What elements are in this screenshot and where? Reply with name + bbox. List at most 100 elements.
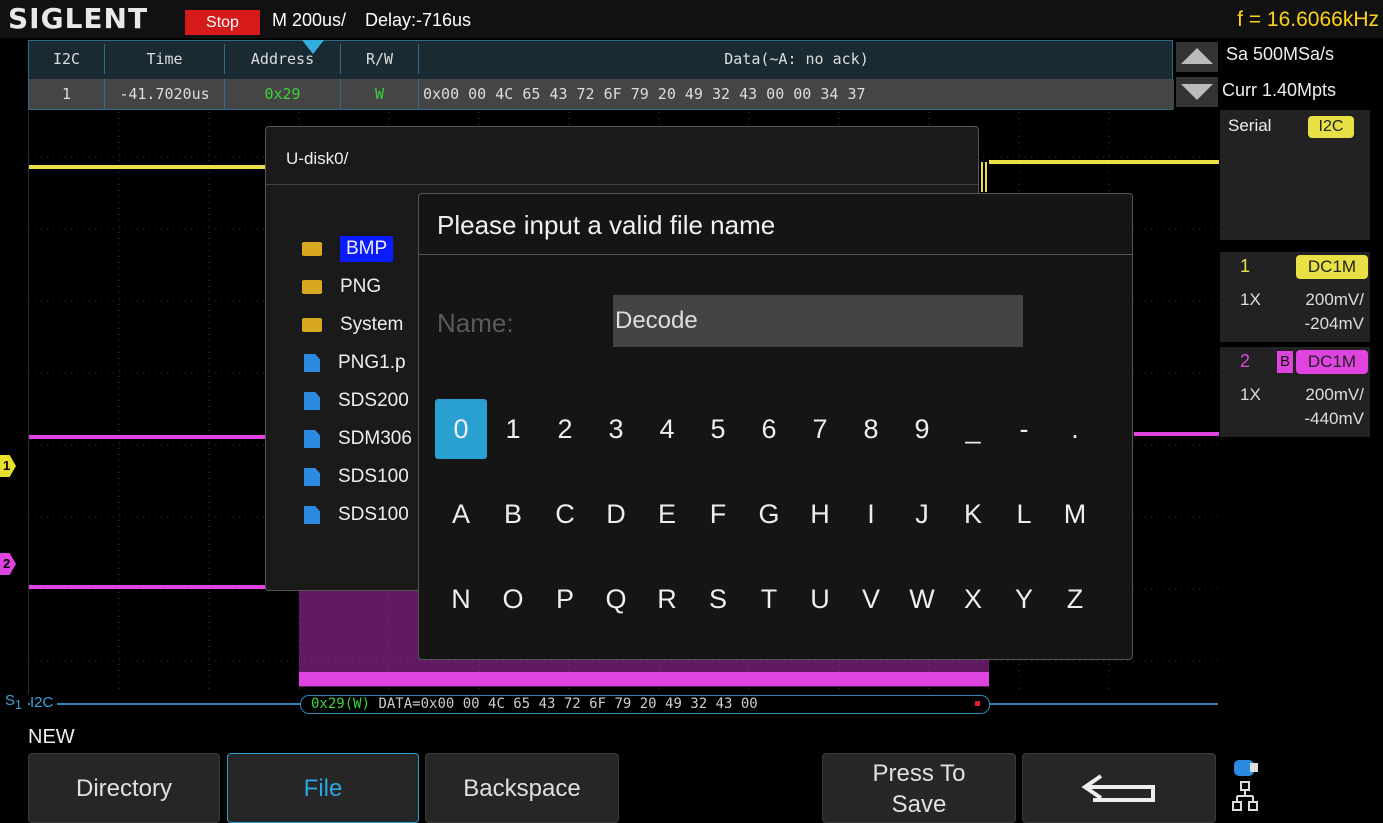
key-period[interactable]: .	[1049, 399, 1101, 459]
key-3[interactable]: 3	[590, 399, 642, 459]
softkey-label-line2: Save	[891, 791, 947, 818]
key-u[interactable]: U	[794, 569, 846, 629]
file-list-item[interactable]: SDS100	[302, 463, 409, 491]
run-state-badge[interactable]: Stop	[185, 10, 260, 35]
directory-softkey[interactable]: Directory	[28, 753, 220, 823]
ch1-number: 1	[1240, 256, 1251, 276]
folder-icon	[302, 280, 322, 294]
ch1-coupling-badge: DC1M	[1296, 255, 1368, 279]
table-row[interactable]: 1 -41.7020us 0x29 W 0x00 00 4C 65 43 72 …	[29, 79, 1174, 109]
file-list-item[interactable]: SDS200	[302, 387, 409, 415]
key-q[interactable]: Q	[590, 569, 642, 629]
file-softkey[interactable]: File	[227, 753, 419, 823]
file-item-label: PNG1.p	[338, 352, 406, 373]
key-4[interactable]: 4	[641, 399, 693, 459]
right-info-panel: Sa 500MSa/s Curr 1.40Mpts Serial I2C 1 D…	[1220, 40, 1383, 750]
cell-data: 0x00 00 4C 65 43 72 6F 79 20 49 32 43 00…	[423, 85, 866, 103]
key-d[interactable]: D	[590, 484, 642, 544]
ch2-settings-panel[interactable]: 2 B DC1M 1X 200mV/ -440mV	[1220, 347, 1370, 437]
key-0[interactable]: 0	[435, 399, 487, 459]
keyboard-row-digits: 0 1 2 3 4 5 6 7 8 9 _ - .	[435, 399, 1105, 461]
press-to-save-softkey[interactable]: Press To Save	[822, 753, 1016, 823]
ch2-marker[interactable]: 2	[0, 553, 16, 575]
ch1-settings-panel[interactable]: 1 DC1M 1X 200mV/ -204mV	[1220, 252, 1370, 342]
ch2-probe: 1X	[1240, 385, 1261, 404]
key-y[interactable]: Y	[998, 569, 1050, 629]
key-g[interactable]: G	[743, 484, 795, 544]
key-p[interactable]: P	[539, 569, 591, 629]
col-header-data: Data(~A: no ack)	[724, 50, 869, 68]
return-softkey[interactable]	[1022, 753, 1216, 823]
key-6[interactable]: 6	[743, 399, 795, 459]
key-l[interactable]: L	[998, 484, 1050, 544]
col-header-time: Time	[105, 44, 225, 74]
key-s[interactable]: S	[692, 569, 744, 629]
key-w[interactable]: W	[896, 569, 948, 629]
table-header-row: I2C Time Address R/W Data(~A: no ack)	[29, 44, 1174, 74]
ch2-volts-div: 200mV/	[1305, 385, 1364, 404]
key-v[interactable]: V	[845, 569, 897, 629]
key-n[interactable]: N	[435, 569, 487, 629]
key-2[interactable]: 2	[539, 399, 591, 459]
key-r[interactable]: R	[641, 569, 693, 629]
file-item-label: BMP	[340, 236, 394, 262]
usb-icon	[1232, 760, 1258, 811]
bus-protocol-label: I2C	[30, 694, 58, 711]
key-i[interactable]: I	[845, 484, 897, 544]
key-k[interactable]: K	[947, 484, 999, 544]
bus-source-label: S1	[5, 692, 22, 712]
file-list-item[interactable]: System	[302, 311, 403, 339]
folder-icon	[302, 242, 322, 256]
serial-label: Serial	[1228, 116, 1272, 135]
cell-rw: W	[341, 79, 419, 109]
key-t[interactable]: T	[743, 569, 795, 629]
key-underscore[interactable]: _	[947, 399, 999, 459]
file-list-item[interactable]: PNG	[302, 273, 381, 301]
key-5[interactable]: 5	[692, 399, 744, 459]
timebase-readout[interactable]: M 200us/	[272, 10, 346, 31]
file-list-item[interactable]: SDM306	[302, 425, 412, 453]
key-z[interactable]: Z	[1049, 569, 1101, 629]
file-item-label: SDM306	[338, 428, 412, 449]
bus-frame: 0x29(W) DATA=0x00 00 4C 65 43 72 6F 79 2…	[300, 695, 990, 714]
file-list-item[interactable]: PNG1.p	[302, 349, 406, 377]
key-a[interactable]: A	[435, 484, 487, 544]
key-8[interactable]: 8	[845, 399, 897, 459]
file-list-item[interactable]: SDS100	[302, 501, 409, 529]
file-list-item[interactable]: BMP	[302, 235, 394, 263]
serial-protocol-badge[interactable]: I2C	[1308, 116, 1354, 138]
filename-input-dialog: Please input a valid file name Name: Dec…	[418, 193, 1133, 660]
memory-depth: Curr 1.40Mpts	[1222, 80, 1337, 100]
empty-softkey	[625, 753, 817, 823]
softkey-label-line1: Press To	[872, 760, 966, 787]
table-scroll-up-button[interactable]	[1176, 42, 1218, 72]
status-text: NEW	[28, 726, 75, 748]
file-browser-path: U-disk0/	[286, 149, 349, 168]
key-9[interactable]: 9	[896, 399, 948, 459]
key-j[interactable]: J	[896, 484, 948, 544]
top-status-bar: SIGLENT Stop M 200us/ Delay:-716us f = 1…	[0, 0, 1383, 38]
key-7[interactable]: 7	[794, 399, 846, 459]
divider	[419, 254, 1132, 255]
key-hyphen[interactable]: -	[998, 399, 1050, 459]
key-h[interactable]: H	[794, 484, 846, 544]
delay-readout[interactable]: Delay:-716us	[365, 10, 471, 31]
ch1-probe: 1X	[1240, 290, 1261, 309]
key-m[interactable]: M	[1049, 484, 1101, 544]
ch1-marker[interactable]: 1	[0, 455, 16, 477]
file-icon	[304, 392, 320, 410]
key-e[interactable]: E	[641, 484, 693, 544]
key-f[interactable]: F	[692, 484, 744, 544]
key-b[interactable]: B	[487, 484, 539, 544]
key-x[interactable]: X	[947, 569, 999, 629]
filename-input[interactable]: Decode	[613, 295, 1023, 347]
backspace-softkey[interactable]: Backspace	[425, 753, 619, 823]
key-c[interactable]: C	[539, 484, 591, 544]
table-scroll-down-button[interactable]	[1176, 77, 1218, 107]
ch2-bandwidth-limit-badge: B	[1277, 351, 1293, 373]
col-header-index: I2C	[29, 44, 105, 74]
bus-source-index: 1	[15, 698, 22, 712]
key-o[interactable]: O	[487, 569, 539, 629]
file-icon	[304, 506, 320, 524]
key-1[interactable]: 1	[487, 399, 539, 459]
